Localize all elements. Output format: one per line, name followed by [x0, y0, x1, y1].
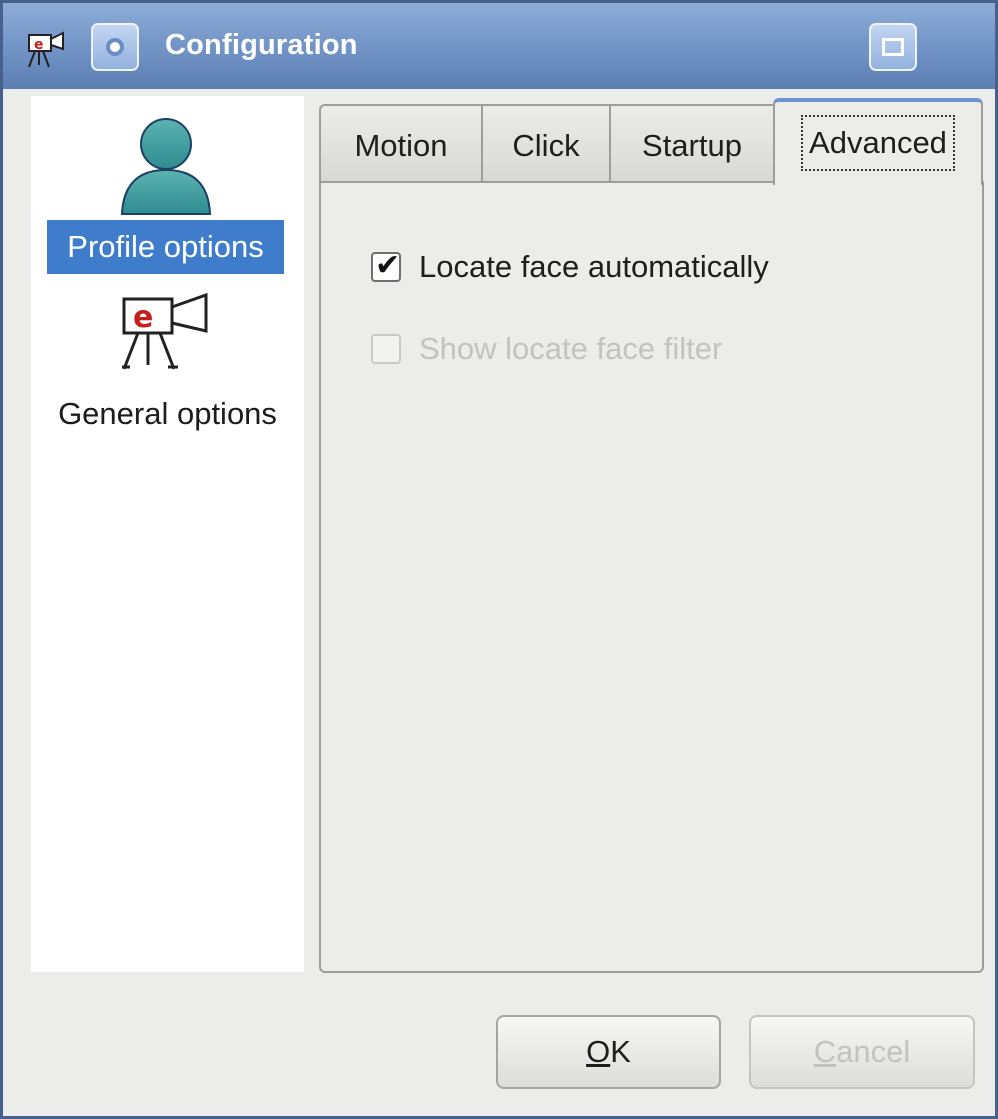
show-filter-checkbox	[371, 334, 401, 364]
user-icon[interactable]	[116, 114, 216, 222]
window-menu-icon	[106, 38, 124, 56]
svg-text:e: e	[34, 37, 44, 53]
advanced-tab-panel: ✔ Locate face automatically Show locate …	[319, 181, 984, 973]
show-filter-label: Show locate face filter	[419, 331, 723, 366]
ok-label-rest: K	[610, 1034, 631, 1069]
maximize-button[interactable]	[869, 23, 917, 71]
window-title: Configuration	[165, 29, 358, 61]
sidebar-item-general-options[interactable]: General options	[31, 396, 304, 432]
window-menu-button[interactable]	[91, 23, 139, 71]
title-bar[interactable]: e Configuration	[3, 3, 995, 89]
ok-button[interactable]: OK	[496, 1015, 721, 1089]
sidebar: Profile options e General options	[31, 96, 304, 972]
locate-face-label[interactable]: Locate face automatically	[419, 249, 769, 285]
tab-advanced-label: Advanced	[801, 115, 955, 171]
cancel-button: Cancel	[749, 1015, 975, 1089]
camera-app-icon[interactable]: e	[25, 29, 71, 69]
checkmark-icon: ✔	[375, 248, 401, 283]
configuration-dialog: e Configuration Profile options e Genera…	[0, 0, 998, 1119]
tab-startup[interactable]: Startup	[609, 104, 775, 183]
tab-bar: Motion Click Startup Advanced	[319, 98, 984, 185]
tab-motion[interactable]: Motion	[319, 104, 483, 183]
ok-mnemonic: O	[586, 1034, 611, 1069]
locate-face-checkbox[interactable]: ✔	[371, 248, 401, 283]
svg-text:e: e	[133, 300, 153, 335]
cancel-label-rest: ancel	[836, 1034, 911, 1069]
tab-advanced[interactable]: Advanced	[773, 98, 983, 185]
sidebar-item-profile-options[interactable]: Profile options	[47, 220, 284, 274]
show-filter-option: Show locate face filter	[371, 331, 722, 367]
locate-face-option[interactable]: ✔ Locate face automatically	[371, 248, 769, 285]
maximize-icon	[882, 38, 904, 56]
camera-icon[interactable]: e	[114, 292, 224, 377]
tab-click[interactable]: Click	[481, 104, 611, 183]
cancel-mnemonic: C	[813, 1034, 837, 1069]
